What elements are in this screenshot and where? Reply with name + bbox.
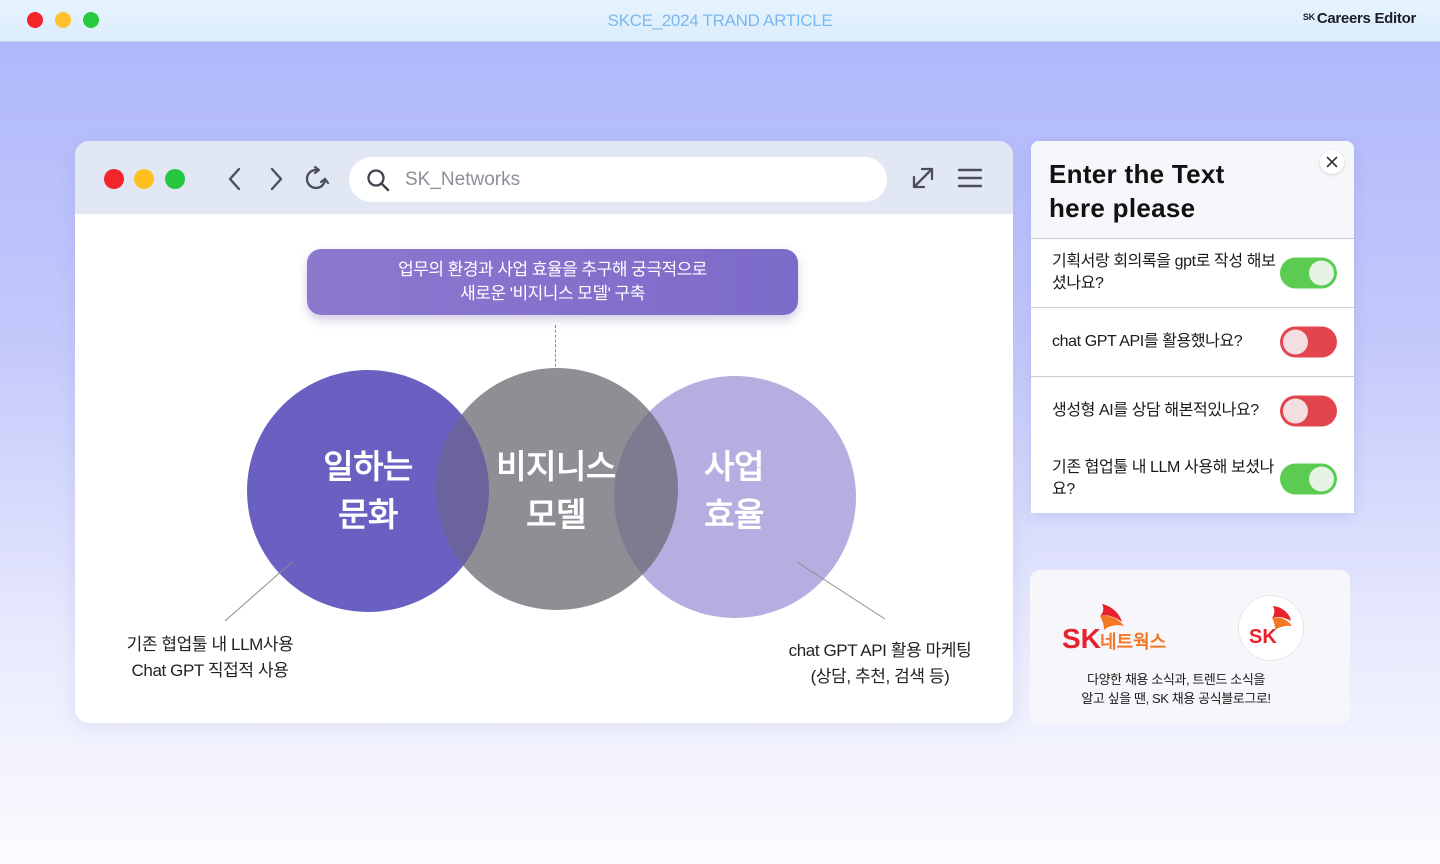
close-icon: [1326, 156, 1338, 168]
left-caption-line2: Chat GPT 직접적 사용: [131, 661, 289, 680]
question-row: 생성형 AI를 상담 해본적있나요?: [1031, 377, 1354, 446]
sk-logo-subtext: 네트웍스: [1100, 632, 1166, 652]
sk-circle-logo-mark: SK: [1249, 606, 1292, 648]
callout-line-1: 업무의 환경과 사업 효율을 추구해 궁극적으로: [398, 260, 707, 279]
right-caption-line1: chat GPT API 활용 마케팅: [788, 641, 972, 660]
toggle-knob: [1283, 329, 1308, 355]
toggle-knob: [1309, 466, 1334, 492]
circle-label-business-model-line2: 모델: [526, 496, 586, 533]
sk-promo-card: SK 네트웍스 SK 다양한 채용 소식과, 트렌드 소식을 알고 싶을 땐, …: [1030, 570, 1350, 724]
circle-label-work-culture: 일하는 문화: [295, 443, 441, 539]
panel-title-line2: here please: [1049, 193, 1196, 223]
close-button[interactable]: [1320, 150, 1344, 174]
question-text: 기획서랑 회의록을 gpt로 작성 해보셨나요?: [1052, 253, 1276, 292]
brand-prefix: SK: [1302, 12, 1315, 22]
circle-label-business-efficiency: 사업 효율: [669, 443, 799, 539]
circle-label-business-model: 비지니스 모델: [475, 443, 637, 539]
panel-header: Enter the Text here please: [1031, 141, 1354, 239]
brand-label: SK Careers Editor: [1303, 10, 1416, 27]
question-toggle[interactable]: [1280, 326, 1337, 358]
sk-card-line1: 다양한 채용 소식과, 트렌드 소식을: [1087, 672, 1265, 687]
left-caption-line1: 기존 협업툴 내 LLM사용: [126, 635, 294, 654]
callout-line-2: 새로운 '비지니스 모델' 구축: [460, 284, 645, 303]
circle-label-work-culture-line2: 문화: [338, 496, 398, 533]
toggle-knob: [1283, 398, 1308, 424]
panel-title-line1: Enter the Text: [1049, 159, 1225, 189]
left-leader-line: [224, 561, 293, 622]
right-caption: chat GPT API 활용 마케팅 (상담, 추천, 검색 등): [770, 638, 990, 690]
callout-dashed-connector: [555, 325, 556, 391]
window-title-bar: SKCE_2024 TRAND ARTICLE SK Careers Editor: [0, 0, 1440, 42]
sk-logo-text: SK: [1062, 623, 1101, 654]
sk-circle-logo-text: SK: [1249, 626, 1277, 648]
question-toggle[interactable]: [1280, 463, 1337, 495]
circle-label-business-efficiency-line2: 효율: [704, 496, 764, 533]
question-row: chat GPT API를 활용했나요?: [1031, 308, 1354, 377]
question-text: chat GPT API를 활용했나요?: [1052, 333, 1243, 350]
sk-circle-logo[interactable]: SK: [1238, 595, 1304, 661]
question-row: 기존 협업툴 내 LLM 사용해 보셨나요?: [1031, 445, 1354, 513]
window-title: SKCE_2024 TRAND ARTICLE: [607, 11, 833, 30]
question-text: 생성형 AI를 상담 해본적있나요?: [1052, 402, 1259, 419]
panel-title: Enter the Text here please: [1049, 157, 1225, 225]
sk-networks-logo: SK 네트웍스: [1062, 604, 1166, 654]
circle-label-work-culture-line1: 일하는: [323, 448, 413, 485]
question-toggle[interactable]: [1280, 395, 1337, 427]
brand-name: Careers Editor: [1316, 10, 1416, 27]
sk-card-line2: 알고 싶을 땐, SK 채용 공식블로그로!: [1081, 691, 1271, 706]
right-caption-line2: (상담, 추천, 검색 등): [810, 667, 950, 686]
toggle-knob: [1309, 260, 1334, 286]
circle-label-business-efficiency-line1: 사업: [704, 448, 764, 485]
question-text: 기존 협업툴 내 LLM 사용해 보셨나요?: [1052, 459, 1274, 498]
survey-panel: Enter the Text here please 기획서랑 회의록을 gpt…: [1031, 141, 1354, 513]
question-toggle[interactable]: [1280, 257, 1337, 289]
sk-card-description: 다양한 채용 소식과, 트렌드 소식을 알고 싶을 땐, SK 채용 공식블로그…: [1030, 670, 1322, 708]
circle-label-business-model-line1: 비지니스: [496, 448, 616, 485]
diagram-callout: 업무의 환경과 사업 효율을 추구해 궁극적으로 새로운 '비지니스 모델' 구…: [307, 249, 798, 315]
browser-window: 업무의 환경과 사업 효율을 추구해 궁극적으로 새로운 '비지니스 모델' 구…: [75, 141, 1013, 723]
left-caption: 기존 협업툴 내 LLM사용 Chat GPT 직접적 사용: [105, 632, 315, 684]
question-row: 기획서랑 회의록을 gpt로 작성 해보셨나요?: [1031, 239, 1354, 308]
